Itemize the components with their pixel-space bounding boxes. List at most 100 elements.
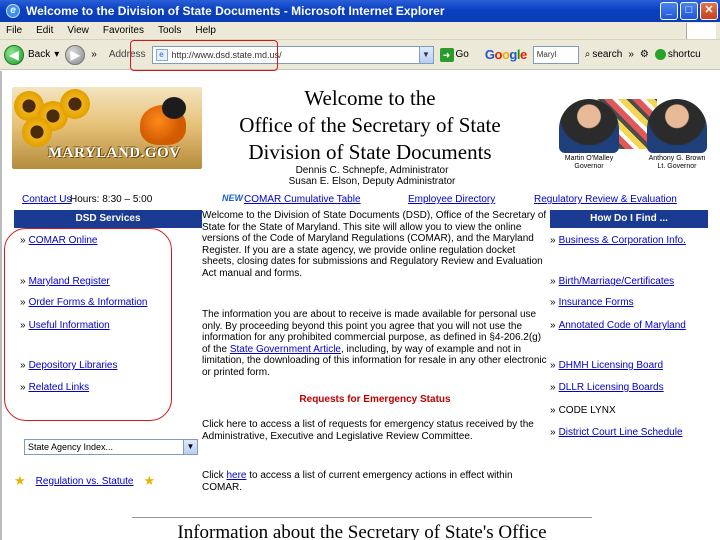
google-logo: Google [484, 47, 527, 62]
address-input[interactable]: e http://www.dsd.state.md.us/ ▼ [151, 45, 434, 64]
employee-directory-link[interactable]: Employee Directory [408, 194, 495, 205]
menu-edit[interactable]: Edit [36, 25, 53, 36]
find-district-court[interactable]: » District Court Line Schedule [550, 427, 718, 439]
browser-toolbar: ◀ Back ▾ ▶ » Address e http://www.dsd.st… [0, 40, 720, 70]
double-chevron-icon: » [20, 320, 26, 331]
secretary-info-heading: Information about the Secretary of State… [177, 522, 547, 540]
find-dhmh-licensing[interactable]: » DHMH Licensing Board [550, 360, 718, 372]
top-nav: Contact Us Hours: 8:30 – 5:00 NEW COMAR … [2, 193, 720, 208]
find-annotated-code[interactable]: » Annotated Code of Maryland [550, 320, 718, 332]
find-code-lynx[interactable]: » CODE LYNX [550, 405, 718, 417]
contact-us-link[interactable]: Contact Us [22, 194, 71, 205]
title-line: Office of the Secretary of State [239, 113, 501, 137]
shortcut-label: shortcu [667, 49, 701, 60]
address-value: http://www.dsd.state.md.us/ [171, 49, 282, 60]
emergency-text: Click [202, 470, 224, 481]
double-chevron-icon: » [550, 360, 556, 371]
google-more-icon[interactable]: » [628, 49, 634, 60]
title-line: Division of State Documents [248, 140, 492, 164]
sidebar-item-maryland-register[interactable]: » Maryland Register [20, 276, 110, 287]
dsd-services-heading: DSD Services [14, 210, 202, 228]
new-badge: NEW [222, 193, 243, 203]
lt-governor-portrait [647, 99, 707, 153]
menu-help[interactable]: Help [195, 25, 216, 36]
address-dropdown-icon[interactable]: ▼ [418, 46, 433, 63]
find-item-label: DLLR Licensing Boards [558, 382, 664, 393]
regulation-vs-statute: ★ Regulation vs. Statute ★ [14, 473, 174, 489]
double-chevron-icon: » [550, 320, 556, 331]
back-dropdown-icon[interactable]: ▾ [54, 49, 59, 60]
emergency-requests-paragraph[interactable]: Click here to access a list of requests … [202, 419, 542, 442]
go-arrow-icon: ➜ [439, 47, 454, 62]
sidebar-item-order-forms[interactable]: » Order Forms & Information [20, 297, 147, 308]
double-chevron-icon: » [20, 360, 26, 371]
go-button[interactable]: ➜ Go [439, 47, 469, 62]
menu-file[interactable]: File [6, 25, 22, 36]
find-business-corporation[interactable]: » Business & Corporation Info. [550, 235, 718, 247]
find-item-label: Birth/Marriage/Certificates [558, 276, 675, 287]
double-chevron-icon: » [550, 276, 556, 287]
divider [132, 517, 592, 518]
find-insurance-forms[interactable]: » Insurance Forms [550, 297, 718, 309]
green-dot-icon [654, 49, 666, 60]
oriole-head-icon [162, 97, 186, 119]
sunflower-icon [60, 89, 90, 119]
address-label: Address [108, 49, 146, 60]
maximize-button[interactable]: □ [680, 2, 698, 20]
menu-tools[interactable]: Tools [158, 25, 181, 36]
regulatory-review-link[interactable]: Regulatory Review & Evaluation [534, 194, 677, 205]
shortcut-button[interactable]: shortcu [654, 49, 701, 60]
comar-cumulative-table-link[interactable]: COMAR Cumulative Table [244, 194, 361, 205]
sidebar-item-comar-online[interactable]: » COMAR Online [20, 235, 97, 246]
regulation-vs-statute-link[interactable]: Regulation vs. Statute [36, 476, 134, 487]
window-controls: _ □ ✕ [660, 2, 718, 20]
sidebar-item-label: Order Forms & Information [28, 297, 148, 308]
page-title: Welcome to the Office of the Secretary o… [212, 85, 528, 166]
google-search-input[interactable]: Maryl [532, 45, 579, 64]
sidebar-item-related-links[interactable]: » Related Links [20, 382, 89, 393]
back-arrow-icon: ◀ [4, 44, 24, 65]
governor-name: Martin O'Malley [564, 155, 614, 162]
google-search-button[interactable]: ⌕ search [585, 49, 623, 60]
double-chevron-icon: » [20, 276, 26, 287]
back-button[interactable]: ◀ Back ▾ [4, 44, 59, 65]
star-icon: ★ [14, 473, 26, 488]
menu-favorites[interactable]: Favorites [103, 25, 144, 36]
find-item-label: Insurance Forms [558, 297, 634, 308]
find-birth-marriage[interactable]: » Birth/Marriage/Certificates [550, 276, 718, 288]
sidebar-item-label: COMAR Online [28, 235, 98, 246]
title-line: Welcome to the [304, 86, 436, 110]
find-dllr-licensing[interactable]: » DLLR Licensing Boards [550, 382, 718, 394]
maryland-logo[interactable]: MARYLAND.GOV [12, 87, 202, 169]
minimize-button[interactable]: _ [660, 2, 678, 20]
emergency-actions-paragraph: Click here to access a list of current e… [202, 470, 542, 493]
administrators: Dennis C. Schnepfe, Administrator Susan … [252, 165, 492, 187]
tools-icon[interactable]: ⚙ [640, 49, 649, 60]
find-item-label: DHMH Licensing Board [558, 360, 664, 371]
find-item-label: Business & Corporation Info. [558, 235, 686, 246]
lt-governor-role: Lt. Governor [657, 163, 697, 170]
sidebar-item-label: Depository Libraries [28, 360, 118, 371]
forward-arrow-icon[interactable]: ▶ [65, 44, 86, 65]
sidebar-item-label: Maryland Register [28, 276, 110, 287]
search-label: search [592, 49, 623, 60]
state-government-article-link[interactable]: State Government Article [230, 344, 341, 355]
emergency-here-link[interactable]: here [226, 470, 246, 481]
sidebar-item-depository-libraries[interactable]: » Depository Libraries [20, 360, 118, 371]
find-item-label: District Court Line Schedule [558, 427, 683, 438]
find-item-label: Annotated Code of Maryland [558, 320, 686, 331]
state-agency-select[interactable]: State Agency Index... ▼ [24, 439, 198, 455]
welcome-paragraph: Welcome to the Division of State Documen… [202, 210, 547, 279]
double-chevron-icon: » [550, 382, 556, 393]
double-chevron-icon: » [550, 235, 556, 246]
close-button[interactable]: ✕ [700, 2, 718, 20]
page-icon: e [155, 48, 168, 61]
disclaimer-paragraph: The information you are about to receive… [202, 309, 548, 378]
double-chevron-icon: » [550, 297, 556, 308]
sidebar-item-useful-information[interactable]: » Useful Information [20, 320, 110, 331]
governor-caption: Martin O'Malley Governor [559, 155, 619, 171]
toolbar-more-icon[interactable]: » [91, 49, 97, 60]
emergency-status-heading: Requests for Emergency Status [299, 394, 451, 405]
window-titlebar: e Welcome to the Division of State Docum… [0, 0, 720, 22]
menu-view[interactable]: View [67, 25, 89, 36]
